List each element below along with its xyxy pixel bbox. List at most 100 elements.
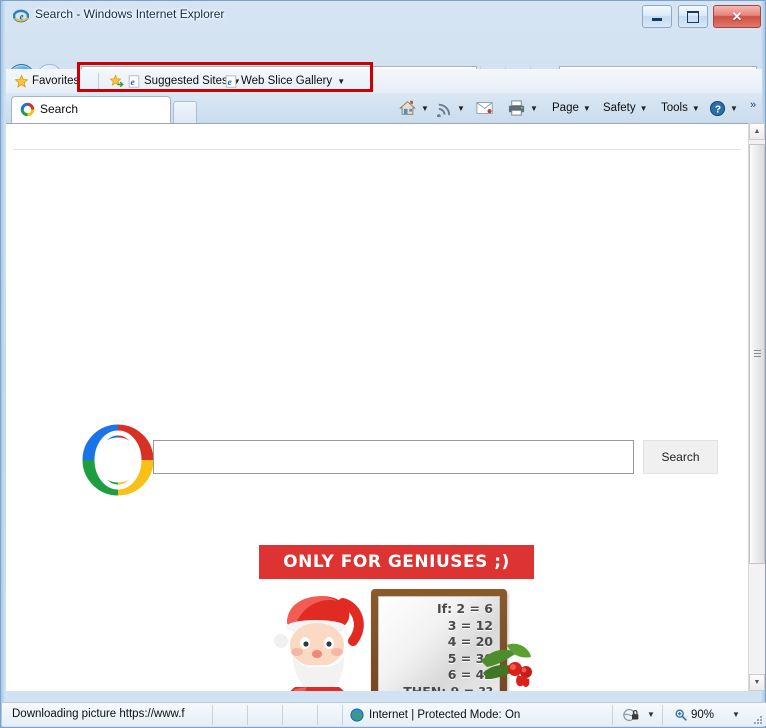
safety-menu-label: Safety	[603, 102, 636, 114]
suggested-sites-label: Suggested Sites	[144, 75, 228, 87]
page-divider	[13, 149, 741, 150]
puzzle-line: If: 2 = 6	[436, 601, 493, 616]
status-separator	[612, 705, 613, 725]
site-search-button[interactable]: Search	[643, 440, 718, 474]
minimize-button[interactable]	[642, 5, 673, 28]
tab-search[interactable]: Search	[11, 96, 171, 123]
vertical-scrollbar[interactable]: ▲ ▼	[748, 123, 765, 691]
scrollbar-thumb[interactable]	[749, 144, 765, 564]
chevron-down-icon[interactable]: ▼	[692, 104, 700, 113]
svg-text:e: e	[228, 77, 233, 88]
mail-button[interactable]	[476, 98, 494, 118]
favorites-label: Favorites	[32, 75, 80, 87]
feeds-button[interactable]: ▼	[436, 98, 465, 118]
puzzle-line: 6 = 42	[447, 667, 493, 682]
security-zone-label: Internet | Protected Mode: On	[369, 709, 521, 721]
status-bar: Downloading picture https://www.f Intern…	[2, 702, 766, 726]
svg-text:e: e	[131, 77, 136, 88]
help-icon: ?	[709, 100, 726, 116]
status-separator	[247, 705, 248, 725]
title-bar: e Search - Windows Internet Explorer ✕	[1, 1, 766, 31]
ad-artwork: If: 2 = 6 3 = 12 4 = 20 5 = 30 6 = 42 TH…	[259, 579, 534, 691]
window-controls: ✕	[640, 5, 761, 28]
advertisement-banner[interactable]: ONLY FOR GENIUSES ;) If: 2 = 6 3 = 12 4 …	[259, 545, 534, 691]
favorites-item-suggested-sites[interactable]: e Suggested Sites ▼	[109, 72, 241, 90]
mail-icon	[476, 102, 493, 114]
puzzle-line: 3 = 12	[447, 617, 493, 633]
status-separator	[282, 705, 283, 725]
zoom-level-label: 90%	[691, 709, 715, 721]
home-button[interactable]: ▼	[398, 98, 429, 118]
svg-text:e: e	[20, 12, 24, 22]
address-bar-row: ◀ ▶ ▼ http://websearch.searchisfun.info/…	[1, 31, 766, 92]
add-to-favorites-icon	[109, 74, 124, 87]
status-message: Downloading picture https://www.f	[12, 708, 185, 720]
globe-icon	[350, 708, 364, 722]
status-separator	[212, 705, 213, 725]
chevron-down-icon[interactable]: ▼	[530, 104, 538, 113]
tools-menu-label: Tools	[661, 102, 688, 114]
ie-page-icon: e	[128, 74, 140, 88]
scrollbar-grip-icon	[754, 350, 761, 358]
favorites-button[interactable]: Favorites	[14, 72, 79, 90]
chevron-down-icon[interactable]: ▼	[640, 104, 648, 113]
scroll-up-button[interactable]: ▲	[749, 123, 765, 140]
ie-browser-window: e Search - Windows Internet Explorer ✕ ◀…	[0, 0, 766, 728]
colored-ring-logo	[80, 422, 156, 498]
minimize-icon	[643, 6, 671, 27]
page-menu-button[interactable]: Page ▼	[552, 98, 591, 118]
santa-claus-illustration	[261, 583, 381, 691]
close-button[interactable]: ✕	[713, 5, 761, 28]
site-search-button-label: Search	[661, 450, 700, 464]
status-separator	[317, 705, 318, 725]
puzzle-line: 5 = 30	[447, 650, 493, 666]
ie-logo-icon: e	[12, 8, 30, 24]
site-search-input[interactable]	[153, 440, 634, 474]
home-icon	[399, 100, 416, 115]
chevron-down-icon[interactable]: ▼	[421, 104, 429, 113]
tab-label: Search	[40, 102, 79, 116]
security-zone-indicator[interactable]: Internet | Protected Mode: On	[350, 708, 520, 722]
resize-grip-icon[interactable]	[753, 714, 763, 724]
privacy-report-icon	[623, 708, 639, 722]
chevron-down-icon[interactable]: ▼	[457, 104, 465, 113]
zoom-control[interactable]: 90%	[674, 708, 714, 722]
ad-headline-text: ONLY FOR GENIUSES ;)	[283, 552, 510, 572]
printer-icon	[508, 100, 525, 116]
colored-ring-favicon	[20, 102, 35, 117]
help-menu-button[interactable]: ? ▼	[709, 98, 738, 118]
maximize-button[interactable]	[677, 5, 708, 28]
privacy-report-button[interactable]	[622, 706, 642, 724]
close-icon: ✕	[731, 8, 743, 24]
favorites-separator	[98, 73, 99, 89]
print-button[interactable]: ▼	[507, 98, 538, 118]
safety-menu-button[interactable]: Safety ▼	[603, 98, 648, 118]
zoom-magnifier-icon	[675, 709, 687, 721]
puzzle-line: THEN: 9 = ??	[403, 683, 493, 692]
privacy-dropdown-icon[interactable]: ▼	[647, 710, 655, 719]
tab-bar: Search ▼ ▼ ▼ Page ▼ Safety ▼ Tools ▼ ? ▼…	[6, 93, 762, 123]
holly-berries-illustration	[477, 639, 533, 691]
command-bar-overflow-button[interactable]: »	[750, 95, 756, 115]
page-menu-label: Page	[552, 102, 579, 114]
chevron-down-icon[interactable]: ▼	[730, 104, 738, 113]
status-separator	[662, 705, 663, 725]
ie-page-icon: e	[225, 74, 237, 88]
maximize-icon	[679, 6, 707, 27]
puzzle-line: 4 = 20	[447, 634, 493, 649]
status-separator	[342, 705, 343, 725]
tools-menu-button[interactable]: Tools ▼	[661, 98, 700, 118]
chevron-down-icon[interactable]: ▼	[337, 77, 345, 86]
favorites-item-web-slice-gallery[interactable]: e Web Slice Gallery ▼	[224, 72, 345, 90]
web-slice-gallery-label: Web Slice Gallery	[241, 75, 333, 87]
web-page-content: Search ONLY FOR GENIUSES ;) If: 2 = 6 3 …	[13, 125, 741, 691]
scroll-down-button[interactable]: ▼	[749, 674, 765, 691]
zoom-dropdown-icon[interactable]: ▼	[732, 710, 740, 719]
window-frame-left	[1, 1, 5, 727]
chevron-down-icon[interactable]: ▼	[583, 104, 591, 113]
favorites-bar: Favorites e Suggested Sites ▼ e Web Slic…	[6, 69, 762, 94]
svg-text:?: ?	[715, 104, 721, 115]
ad-headline-bar: ONLY FOR GENIUSES ;)	[259, 545, 534, 579]
star-icon	[14, 73, 29, 88]
new-tab-button[interactable]	[173, 101, 197, 123]
